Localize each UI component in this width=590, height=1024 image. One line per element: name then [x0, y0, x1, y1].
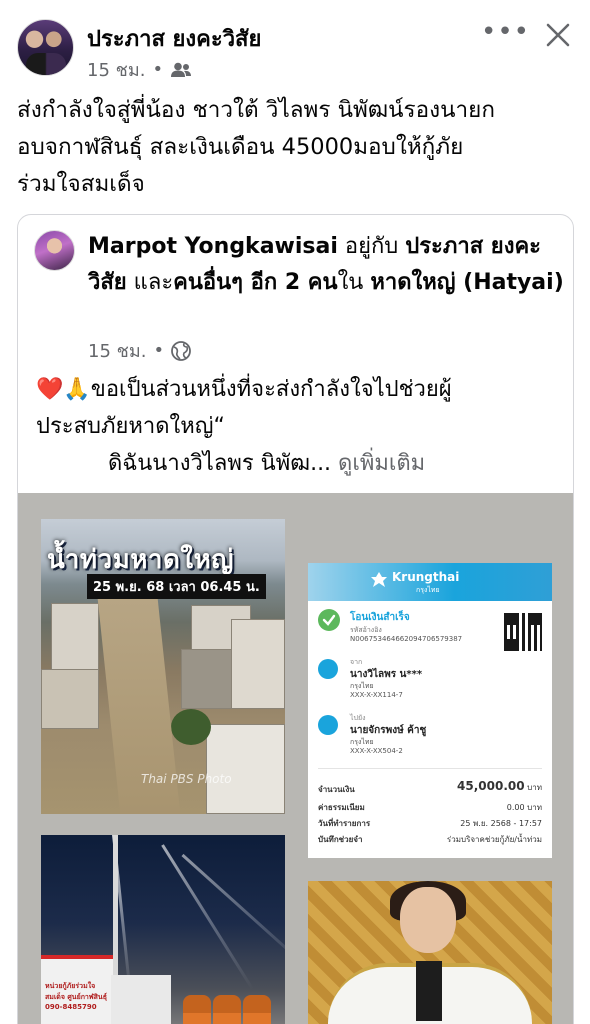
shared-author-name[interactable]: Marpot Yongkawisai [88, 234, 338, 259]
rescue-team-photo[interactable]: หน่วยกู้ภัยร่วมใจสมเด็จ ศูนย์กาฬสินธุ์ 0… [41, 835, 285, 1024]
location-link[interactable]: หาดใหญ่ (Hatyai) [370, 270, 563, 295]
tagged-others-link[interactable]: คนอื่นๆ อีก 2 คน [173, 270, 337, 295]
bank-name-th: กรุงไทย [416, 586, 440, 594]
fee-label: ค่าธรรมเนียม [318, 803, 365, 812]
rescuer-figure [183, 995, 211, 1024]
sender-bank-icon [318, 659, 338, 679]
flood-date: 25 พ.ย. 68 เวลา 06.45 น. [87, 574, 266, 599]
amount-currency: บาท [527, 783, 542, 792]
post-meta: 15 ชม. • [87, 55, 192, 84]
with-word: อยู่กับ [337, 234, 406, 259]
shared-post-meta: 15 ชม. • [88, 336, 191, 365]
shared-post-card[interactable]: Marpot Yongkawisai อยู่กับ ประภาส ยงคะวิ… [17, 214, 574, 1024]
date-label: วันที่ทำรายการ [318, 819, 371, 828]
bank-transfer-slip[interactable]: Krungthai กรุงไทย โอนเงินสำเร็จ รหัสอ้าง… [308, 563, 552, 858]
success-check-icon [318, 609, 340, 631]
amount-value: 45,000.00 [457, 779, 525, 793]
ref-number: N006753464662094706579387 [350, 635, 463, 643]
portrait-face [400, 887, 456, 953]
shared-post-time[interactable]: 15 ชม. [88, 336, 146, 365]
rescue-truck: หน่วยกู้ภัยร่วมใจสมเด็จ ศูนย์กาฬสินธุ์ 0… [41, 955, 113, 1024]
author-name[interactable]: ประภาส ยงคะวิสัย [87, 21, 261, 56]
post-header: ประภาส ยงคะวิสัย 15 ชม. • ••• [0, 0, 590, 88]
shared-text-line: ดิฉันนางวิไลพร นิพัฒ... ดูเพิ่มเติม [36, 445, 566, 482]
portrait-tie [416, 961, 442, 1021]
krungthai-logo-icon [370, 571, 388, 589]
amount-row: 45,000.00 บาท [457, 779, 542, 794]
receiver-bank-icon [318, 715, 338, 735]
receiver-account: XXX-X-XX504-2 [350, 747, 403, 755]
qr-code-icon [504, 613, 542, 651]
globe-icon[interactable] [171, 340, 191, 361]
rescuer-figure [243, 995, 271, 1024]
rescuer-figure [213, 995, 241, 1024]
post-text: ส่งกำลังใจสู่พี่น้อง ชาวใต้ วิไลพร นิพัฒ… [17, 92, 577, 203]
friends-icon[interactable] [170, 62, 192, 78]
sender-name: นางวิไลพร น*** [350, 669, 423, 680]
post-text-line: ส่งกำลังใจสู่พี่น้อง ชาวใต้ วิไลพร นิพัฒ… [17, 97, 495, 123]
media-grid: น้ำท่วมหาดใหญ่ 25 พ.ย. 68 เวลา 06.45 น. … [18, 493, 573, 1024]
shared-text-line: ขอเป็นส่วนหนึ่งที่จะส่งกำลังใจไปช่วยผู้ [90, 377, 452, 402]
slip-header: Krungthai กรุงไทย [308, 563, 552, 601]
slip-divider [318, 768, 542, 769]
heart-pray-emoji: ❤️🙏 [36, 377, 91, 402]
post-time[interactable]: 15 ชม. [87, 55, 145, 84]
see-more-link[interactable]: ดูเพิ่มเติม [338, 451, 425, 476]
memo-label: บันทึกช่วยจำ [318, 835, 363, 844]
and-word: และ [126, 270, 174, 295]
more-options-button[interactable]: ••• [481, 19, 529, 50]
portrait-photo[interactable] [308, 881, 552, 1024]
shared-text-line: ประสบภัยหาดใหญ่“ [36, 414, 225, 439]
post-text-line: ร่วมใจสมเด็จ [17, 171, 145, 197]
meta-separator: • [152, 59, 164, 80]
post-text-line: อบจกาฬสินธุ์ สละเงินเดือน 45000มอบให้กู้… [17, 134, 464, 160]
bank-name: Krungthai [392, 570, 460, 584]
fee-value: 0.00 บาท [506, 803, 542, 812]
author-avatar[interactable] [17, 19, 74, 76]
meta-separator: • [153, 340, 165, 361]
receiver-name: นายจักรพงษ์ ค้าชู [350, 725, 427, 736]
sender-account: XXX-X-XX114-7 [350, 691, 403, 699]
date-value: 25 พ.ย. 2568 - 17:57 [460, 819, 542, 828]
in-word: ใน [337, 270, 371, 295]
transfer-status: โอนเงินสำเร็จ [350, 612, 410, 623]
flood-photo[interactable]: น้ำท่วมหาดใหญ่ 25 พ.ย. 68 เวลา 06.45 น. … [41, 519, 285, 814]
amount-label: จำนวนเงิน [318, 785, 355, 794]
shared-text-truncated: ดิฉันนางวิไลพร นิพัฒ... [108, 451, 339, 476]
shared-post-header: Marpot Yongkawisai อยู่กับ ประภาส ยงคะวิ… [88, 229, 568, 301]
photo-watermark: Thai PBS Photo [141, 772, 232, 786]
truck-text: หน่วยกู้ภัยร่วมใจสมเด็จ ศูนย์กาฬสินธุ์ 0… [45, 982, 107, 1011]
close-icon[interactable] [543, 20, 573, 50]
shared-author-avatar[interactable] [34, 230, 75, 271]
shared-post-text: ❤️🙏ขอเป็นส่วนหนึ่งที่จะส่งกำลังใจไปช่วยผ… [36, 371, 566, 482]
memo-value: ร่วมบริจาคช่วยกู้ภัย/น้ำท่วม [446, 835, 542, 844]
